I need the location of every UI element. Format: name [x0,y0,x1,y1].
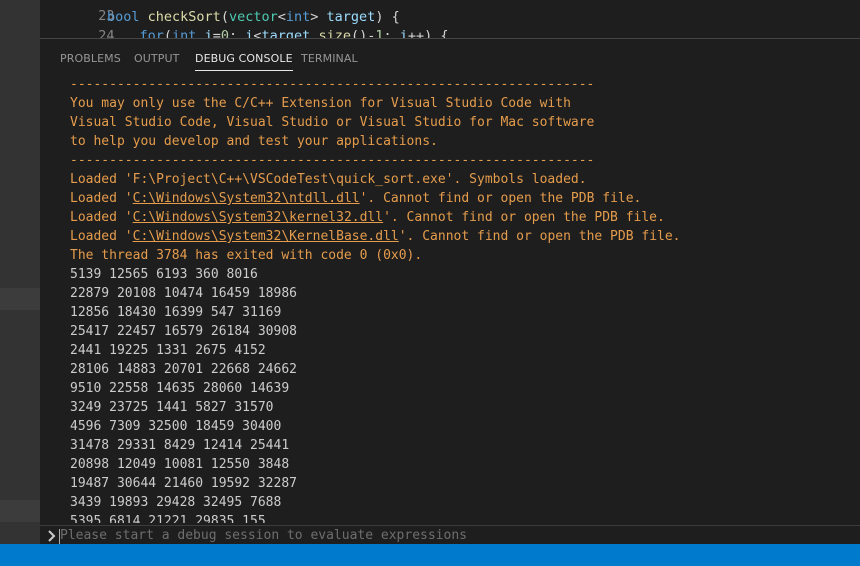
output-line: 20898 12049 10081 12550 3848 [70,457,290,472]
activity-item[interactable] [0,288,40,310]
output-line: 3439 19893 29428 32495 7688 [70,495,282,510]
console-text: Loaded ' [70,210,133,225]
output-line: 2441 19225 1331 2675 4152 [70,343,266,358]
console-text: Loaded ' [70,191,133,206]
output-line: 28106 14883 20701 22668 24662 [70,362,297,377]
status-bar [0,544,860,566]
console-line: Loaded 'C:\Windows\System32\ntdll.dll'. … [70,189,860,208]
output-line: 12856 18430 16399 547 31169 [70,305,282,320]
dll-path-link[interactable]: C:\Windows\System32\ntdll.dll [133,191,360,206]
output-line: 4596 7309 32500 18459 30400 [70,419,282,434]
output-line: 5139 12565 6193 360 8016 [70,267,258,282]
output-line: 22879 20108 10474 16459 18986 [70,286,297,301]
console-text: '. Cannot find or open the PDB file. [359,191,642,206]
dll-path-link[interactable]: C:\Windows\System32\kernel32.dll [133,210,383,225]
output-line: 19487 30644 21460 19592 32287 [70,476,297,491]
console-text: '. Cannot find or open the PDB file. [383,210,665,225]
output-line: 5395 6814 21221 29835 155 [70,514,266,523]
console-text: Loaded ' [70,229,133,244]
dll-path-link[interactable]: C:\Windows\System32\KernelBase.dll [133,229,399,244]
output-line: 31478 29331 8429 12414 25441 [70,438,290,453]
output-line: 25417 22457 16579 26184 30908 [70,324,297,339]
panel-tabs: PROBLEMS OUTPUT DEBUG CONSOLE TERMINAL [40,39,860,77]
console-line: You may only use the C/C++ Extension for… [70,96,571,111]
debug-repl [40,525,860,546]
console-line: to help you develop and test your applic… [70,134,438,149]
code-text: for(int i=0; i<target.size()-1; i++) { [139,28,449,38]
console-line: Visual Studio Code, Visual Studio or Vis… [70,115,595,130]
tab-problems[interactable]: PROBLEMS [60,52,121,70]
code-editor[interactable]: 23 24 bool checkSort(vector<int> target)… [40,0,860,38]
code-text: bool checkSort(vector<int> target) { [107,9,400,25]
debug-console-output[interactable]: ----------------------------------------… [70,75,860,523]
console-separator: ----------------------------------------… [70,153,595,168]
console-line: Loaded 'C:\Windows\System32\KernelBase.d… [70,227,860,246]
code-line: 24 bool checkSort(vector<int> target) { [40,8,399,38]
chevron-right-icon [48,530,56,542]
output-line: 9510 22558 14635 28060 14639 [70,381,290,396]
console-line: The thread 3784 has exited with code 0 (… [70,248,423,263]
console-line: Loaded 'F:\Project\C++\VSCodeTest\quick_… [70,172,587,187]
tab-output[interactable]: OUTPUT [134,52,179,70]
tab-terminal[interactable]: TERMINAL [301,52,358,70]
console-separator: ----------------------------------------… [70,77,595,92]
output-line: 3249 23725 1441 5827 31570 [70,400,274,415]
console-line: Loaded 'C:\Windows\System32\kernel32.dll… [70,208,860,227]
activity-item[interactable] [0,500,40,522]
repl-input[interactable] [60,526,840,545]
code-line: 23 [40,0,114,24]
bottom-panel: PROBLEMS OUTPUT DEBUG CONSOLE TERMINAL -… [40,38,860,546]
console-text: '. Cannot find or open the PDB file. [398,229,681,244]
tab-debug-console[interactable]: DEBUG CONSOLE [195,52,293,71]
activity-bar [0,0,40,544]
code-line: 25 for(int i=0; i<target.size()-1; i++) … [40,27,449,38]
